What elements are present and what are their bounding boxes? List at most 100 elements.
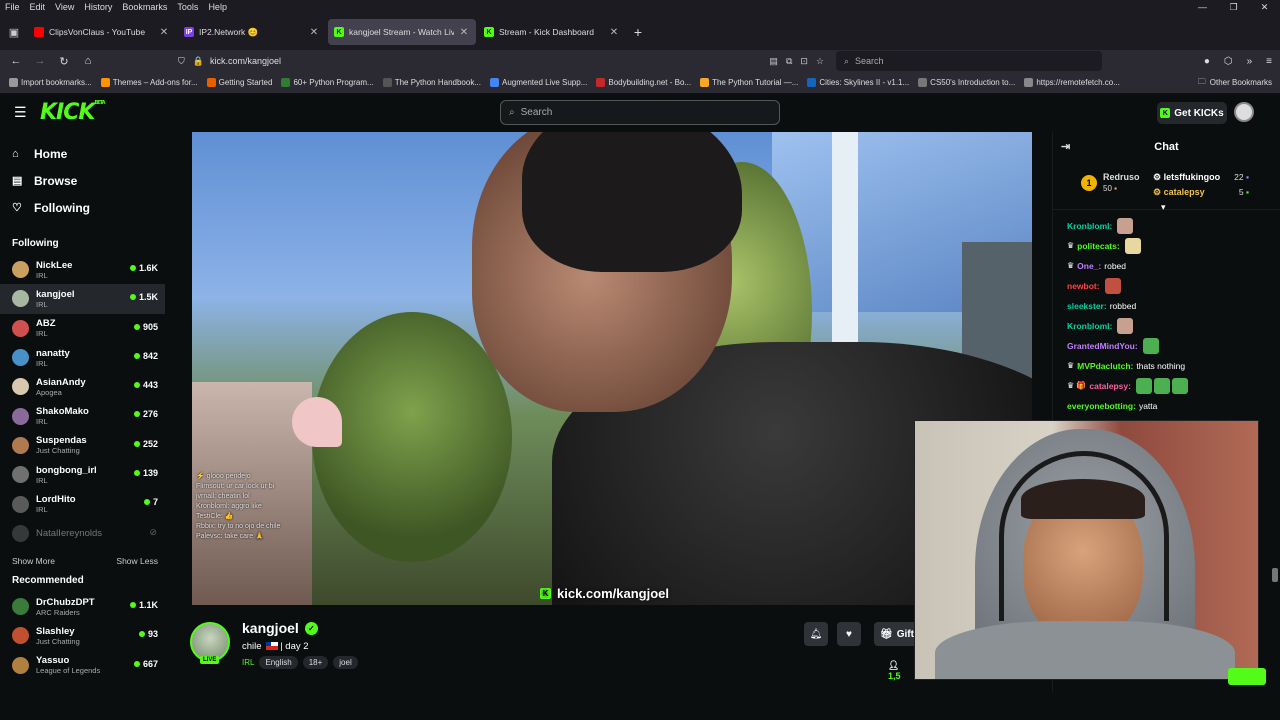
reload-icon[interactable]: ↻ (52, 55, 76, 68)
browser-search-input[interactable]: ⌕ Search (836, 51, 1102, 71)
chat-message[interactable]: Kronbloml: (1067, 316, 1280, 336)
minimize-icon[interactable]: — (1187, 0, 1218, 14)
picture-in-picture-icon[interactable]: ⧉ (786, 56, 792, 67)
bookmark-item[interactable]: https://remotefetch.co... (1024, 78, 1120, 87)
overflow-chevron-icon[interactable]: » (1247, 56, 1253, 67)
sidebar-channel[interactable]: ShakoMako IRL 276 (0, 401, 165, 430)
nav-following[interactable]: ♡ Following (0, 194, 165, 221)
tag-chip[interactable]: joel (333, 656, 358, 669)
chat-username[interactable]: Kronbloml: (1067, 316, 1112, 336)
chat-message[interactable]: GrantedMindYou: (1067, 336, 1280, 356)
bookmark-item[interactable]: The Python Handbook... (382, 78, 481, 87)
app-menu-icon[interactable]: ≡ (1266, 56, 1272, 67)
chat-message[interactable]: sleekster: robbed (1067, 296, 1280, 316)
browser-tab-active[interactable]: K kangjoel Stream - Watch Live o ✕ (328, 19, 476, 45)
leaderboard-top[interactable]: 1 Redruso 50 ▪ (1081, 172, 1140, 194)
category-link[interactable]: IRL (242, 658, 254, 667)
bookmark-item[interactable]: CS50's Introduction to... (918, 78, 1015, 87)
chat-username[interactable]: catalepsy: (1089, 376, 1131, 396)
bookmark-item[interactable]: The Python Tutorial —... (700, 78, 798, 87)
chat-message[interactable]: ♛ MVPdaclutch: thats nothing (1067, 356, 1280, 376)
chat-username[interactable]: MVPdaclutch: (1077, 356, 1133, 376)
browser-tab[interactable]: IP IP2.Network 😊 ✕ (178, 19, 326, 45)
chat-username[interactable]: politecats: (1077, 236, 1120, 256)
close-window-icon[interactable]: ✕ (1249, 0, 1280, 14)
close-tab-icon[interactable]: ✕ (608, 27, 620, 38)
bookmark-item[interactable]: 60+ Python Program... (281, 78, 374, 87)
tab-list-icon[interactable]: ▣ (0, 26, 28, 39)
hamburger-menu-icon[interactable]: ☰ (14, 104, 27, 121)
extensions-icon[interactable]: ⬡ (1224, 56, 1233, 67)
close-tab-icon[interactable]: ✕ (308, 27, 320, 38)
chat-username[interactable]: everyonebotting: (1067, 396, 1136, 416)
menu-bookmarks[interactable]: Bookmarks (117, 2, 172, 12)
bookmark-item[interactable]: Cities: Skylines II - v1.1... (807, 78, 909, 87)
url-text[interactable]: kick.com/kangjoel (210, 56, 281, 66)
chat-message[interactable]: ♛ politecats: (1067, 236, 1280, 256)
tag-chip[interactable]: English (259, 656, 298, 669)
menu-edit[interactable]: Edit (25, 2, 51, 12)
sidebar-channel[interactable]: Yassuo League of Legends 667 (0, 651, 165, 680)
bookmark-item[interactable]: Getting Started (206, 78, 272, 87)
show-more-button[interactable]: Show More (12, 556, 55, 566)
show-less-button[interactable]: Show Less (116, 556, 158, 566)
bookmark-item[interactable]: Augmented Live Supp... (489, 78, 587, 87)
other-bookmarks-button[interactable]: 🗀 Other Bookmarks (1189, 75, 1272, 90)
tag-chip[interactable]: 18+ (302, 656, 329, 669)
kick-logo[interactable]: KICKBETA (40, 100, 106, 125)
nav-browse[interactable]: ▤ Browse (0, 167, 165, 194)
get-kicks-button[interactable]: K Get KICKs (1157, 102, 1227, 124)
menu-help[interactable]: Help (203, 2, 232, 12)
chat-message[interactable]: ♛ One_: robed (1067, 256, 1280, 276)
url-bar[interactable]: ⛉ 🔒 kick.com/kangjoel ▤ ⧉ ⊡ ☆ (178, 51, 830, 71)
sidebar-channel[interactable]: Slashley Just Chatting 93 (0, 621, 165, 650)
chat-username[interactable]: sleekster: (1067, 296, 1107, 316)
leaderboard-row[interactable]: ⚙ catalepsy 5 ▪ (1153, 185, 1249, 200)
forward-icon[interactable]: → (28, 55, 52, 67)
video-player[interactable]: ⚡ glooo pendejo Flimsout: ur car lock ur … (192, 132, 1032, 605)
menu-tools[interactable]: Tools (172, 2, 203, 12)
chat-username[interactable]: Kronbloml: (1067, 216, 1112, 236)
sidebar-channel[interactable]: ABZ IRL 905 (0, 314, 165, 343)
chat-message[interactable]: newbot: (1067, 276, 1280, 296)
sidebar-channel[interactable]: AsianAndy Apogea 443 (0, 372, 165, 401)
screenshot-icon[interactable]: ⊡ (800, 56, 808, 67)
chat-username[interactable]: One_: (1077, 256, 1101, 276)
browser-tab[interactable]: K Stream - Kick Dashboard ✕ (478, 19, 626, 45)
menu-history[interactable]: History (79, 2, 117, 12)
new-tab-icon[interactable]: + (628, 24, 648, 40)
sidebar-channel[interactable]: DrChubzDPT ARC Raiders 1.1K (0, 592, 165, 621)
kick-search-input[interactable]: ⌕ Search (500, 100, 780, 125)
reader-view-icon[interactable]: ▤ (769, 56, 778, 67)
bookmark-item[interactable]: Import bookmarks... (9, 78, 92, 87)
chat-username[interactable]: newbot: (1067, 276, 1100, 296)
restore-icon[interactable]: ❐ (1218, 0, 1249, 14)
offline-channel[interactable]: NatalIereynolds ⊘ (0, 519, 165, 548)
notification-bell-button[interactable]: 🔔︎ (804, 622, 828, 646)
expand-leaderboard-icon[interactable]: ▾ (1161, 202, 1166, 213)
nav-home[interactable]: ⌂ Home (0, 140, 165, 167)
shield-icon[interactable]: ⛉ (178, 56, 185, 67)
follow-heart-button[interactable]: ♥ (837, 622, 861, 646)
chat-message[interactable]: everyonebotting: yatta (1067, 396, 1280, 416)
sidebar-channel[interactable]: NickLee IRL 1.6K (0, 255, 165, 284)
chat-message[interactable]: Kronbloml: (1067, 216, 1280, 236)
scrollbar-thumb[interactable] (1272, 568, 1278, 582)
sidebar-channel[interactable]: LordHito IRL 7 (0, 489, 165, 518)
bookmark-item[interactable]: Bodybuilding.net - Bo... (596, 78, 691, 87)
sidebar-channel[interactable]: bongbong_irl IRL 139 (0, 460, 165, 489)
browser-tab[interactable]: ClipsVonClaus - YouTube ✕ (28, 19, 176, 45)
chat-username[interactable]: GrantedMindYou: (1067, 336, 1138, 356)
bookmark-star-icon[interactable]: ☆ (816, 56, 824, 67)
chat-scrollbar[interactable] (1272, 218, 1278, 688)
sidebar-channel[interactable]: kangjoel IRL 1.5K (0, 284, 165, 314)
menu-file[interactable]: File (0, 2, 25, 12)
chat-message[interactable]: ♛ 🎁 catalepsy: (1067, 376, 1280, 396)
streamer-name[interactable]: kangjoel ✓ (242, 620, 318, 636)
close-tab-icon[interactable]: ✕ (458, 27, 470, 38)
collapse-chat-icon[interactable]: ⇥ (1061, 140, 1070, 153)
menu-view[interactable]: View (50, 2, 79, 12)
sidebar-channel[interactable]: nanatty IRL 842 (0, 343, 165, 372)
account-icon[interactable]: ● (1204, 56, 1210, 67)
home-icon[interactable]: ⌂ (76, 55, 100, 67)
